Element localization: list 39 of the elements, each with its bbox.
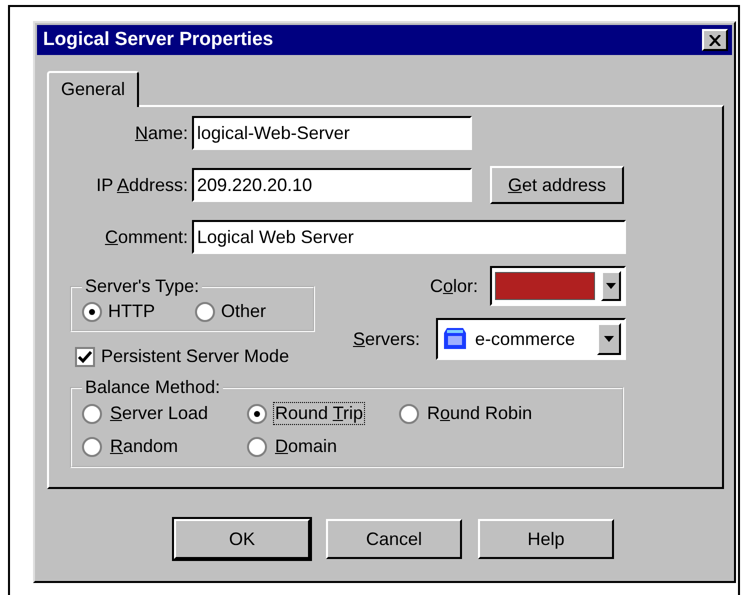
radio-button[interactable] (82, 404, 102, 424)
field-label: Servers: (352, 328, 420, 350)
radio-button[interactable] (247, 404, 267, 424)
dialog-button[interactable]: OK (174, 519, 310, 559)
radio-button[interactable] (82, 436, 102, 456)
input-field[interactable]: logical-Web-Server (192, 116, 472, 150)
tab[interactable]: General (47, 71, 140, 107)
group-title: Server's Type: (84, 276, 200, 297)
field-label: Color: (430, 276, 478, 296)
option-label: Round Robin (426, 402, 534, 425)
color-dropdown[interactable] (490, 266, 626, 306)
checkbox-label: Persistent Server Mode (101, 346, 290, 367)
dialog-button[interactable]: Help (478, 519, 614, 559)
option-label: Server Load (109, 402, 210, 425)
down-arrow-icon (604, 336, 614, 342)
radio-button[interactable] (247, 436, 267, 456)
field-label: Comment: (104, 226, 188, 248)
field-label: IP Address: (95, 174, 188, 196)
radio-button[interactable] (399, 404, 419, 424)
input-field[interactable]: 209.220.20.10 (192, 168, 472, 202)
checkbox[interactable] (75, 346, 95, 366)
dialog-button[interactable]: Cancel (326, 519, 462, 559)
radio-button[interactable] (195, 302, 215, 322)
input-field[interactable]: Logical Web Server (192, 220, 626, 254)
window-title: Logical Server Properties (43, 29, 274, 51)
get-address-button[interactable]: Get address (490, 166, 624, 204)
radio-button[interactable] (82, 302, 102, 322)
servers-dropdown[interactable]: e-commerce (436, 318, 626, 360)
option-label: Round Trip (273, 402, 366, 425)
option-label: Other (221, 301, 266, 322)
close-icon (709, 34, 721, 46)
close-button[interactable] (702, 29, 728, 51)
option-label: Random (109, 435, 180, 458)
group-title: Balance Method: (84, 377, 222, 398)
down-arrow-icon (606, 283, 616, 289)
option-label: Domain (274, 435, 338, 458)
dropdown-value: e-commerce (475, 328, 576, 350)
option-label: HTTP (108, 301, 155, 322)
field-label: Name: (134, 122, 188, 144)
